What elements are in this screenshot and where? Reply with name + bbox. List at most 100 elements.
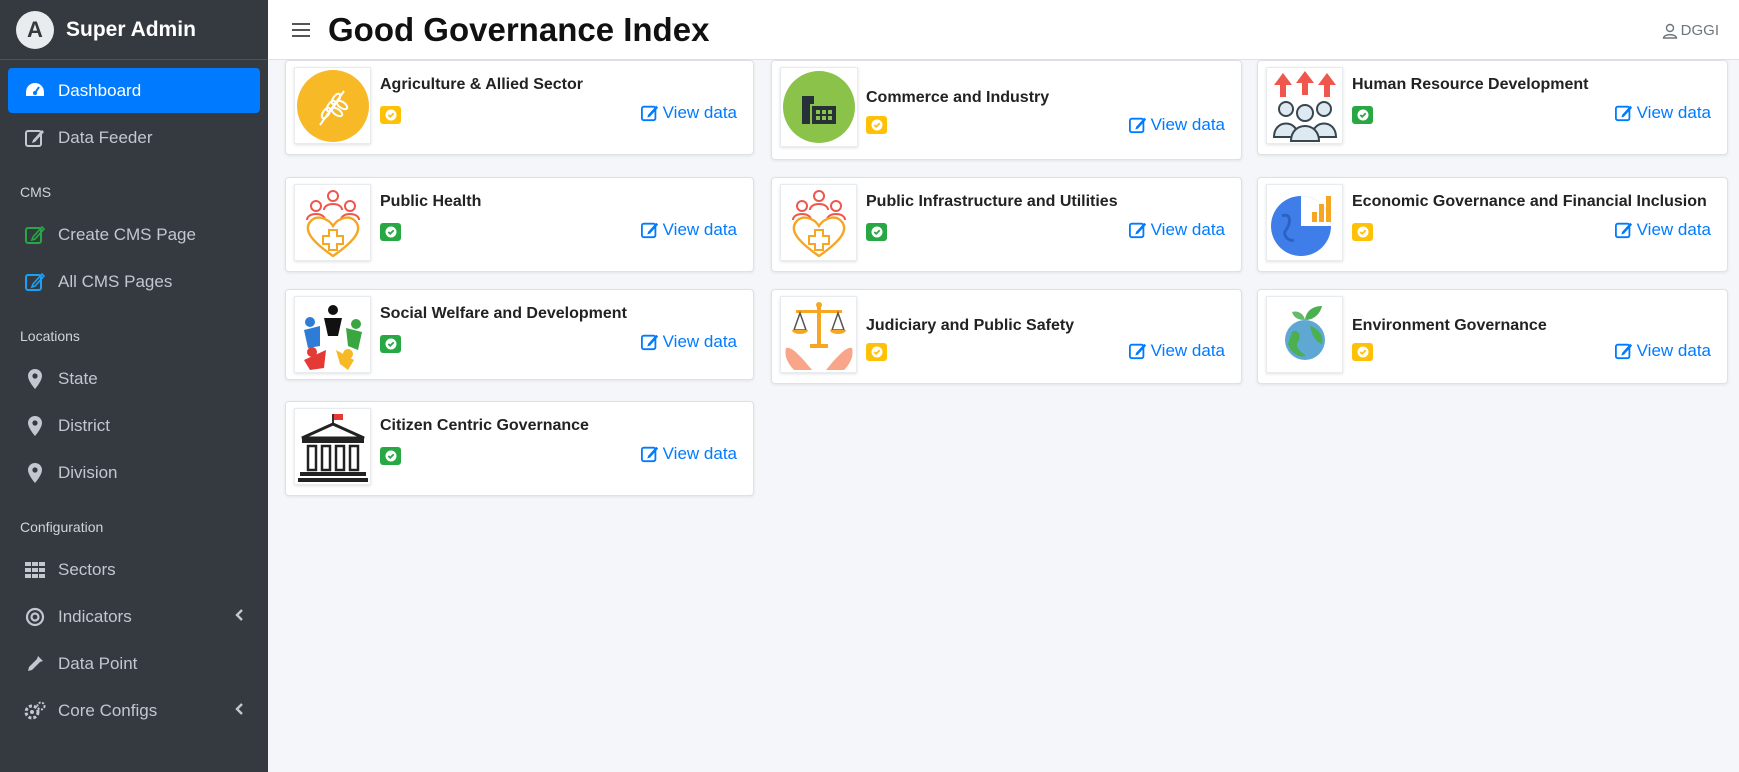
view-data-link[interactable]: View data: [1128, 115, 1225, 135]
view-data-link[interactable]: View data: [640, 103, 737, 123]
sector-title: Public Infrastructure and Utilities: [866, 193, 1118, 210]
brand[interactable]: A Super Admin: [0, 0, 268, 60]
edit-icon: [640, 105, 658, 122]
chevron-left-icon: [234, 607, 244, 627]
status-check-icon: [380, 223, 401, 241]
sector-title: Agriculture & Allied Sector: [380, 76, 583, 93]
sidebar-item-division[interactable]: Division: [8, 450, 260, 495]
edit-icon: [640, 222, 658, 239]
factory-icon: [780, 67, 858, 147]
status-check-icon: [1352, 223, 1373, 241]
sector-title: Public Health: [380, 193, 482, 210]
sidebar-item-label: Division: [58, 462, 118, 482]
sidebar-item-indicators[interactable]: Indicators: [8, 594, 260, 639]
sidebar-item-label: State: [58, 368, 98, 388]
sector-card-environment: Environment Governance View data: [1257, 289, 1728, 384]
target-icon: [22, 607, 48, 627]
status-check-icon: [866, 223, 887, 241]
sector-card-commerce: Commerce and Industry View data: [771, 60, 1242, 160]
user-menu[interactable]: DGGI: [1662, 22, 1719, 39]
status-check-icon: [1352, 343, 1373, 361]
sidebar: A Super Admin Dashboard Data Feeder CMS …: [0, 0, 268, 772]
view-data-link[interactable]: View data: [640, 220, 737, 240]
cogs-icon: [22, 701, 48, 721]
sector-card-citizen-centric: Citizen Centric Governance View data: [285, 401, 754, 496]
sector-title: Human Resource Development: [1352, 76, 1589, 93]
hamburger-menu-icon[interactable]: [292, 22, 310, 37]
chevron-left-icon: [234, 701, 244, 721]
brand-title: Super Admin: [66, 17, 196, 41]
health-heart-icon: [294, 184, 371, 261]
sidebar-item-label: District: [58, 415, 110, 435]
grid-icon: [22, 561, 48, 578]
sector-card-human-resource: Human Resource Development View data: [1257, 60, 1728, 155]
edit-icon: [1614, 222, 1632, 239]
status-check-icon: [866, 116, 887, 134]
user-name: DGGI: [1680, 22, 1719, 39]
view-data-link[interactable]: View data: [1614, 220, 1711, 240]
edit-icon: [1128, 222, 1146, 239]
people-growth-icon: [1266, 67, 1343, 144]
view-data-link[interactable]: View data: [1614, 341, 1711, 361]
edit-icon: [1614, 343, 1632, 360]
map-marker-icon: [22, 462, 48, 483]
edit-icon: [640, 446, 658, 463]
status-check-icon: [380, 106, 401, 124]
map-marker-icon: [22, 368, 48, 389]
edit-icon: [22, 225, 48, 245]
sector-card-public-health: Public Health View data: [285, 177, 754, 272]
health-heart-icon: [780, 184, 857, 261]
sidebar-nav: Dashboard Data Feeder CMS Create CMS Pag…: [0, 60, 268, 743]
earth-leaf-icon: [1266, 296, 1343, 373]
nav-header-locations: Locations: [20, 328, 80, 344]
view-data-link[interactable]: View data: [1128, 220, 1225, 240]
sidebar-item-core-configs[interactable]: Core Configs: [8, 688, 260, 733]
sector-card-agriculture: Agriculture & Allied Sector View data: [285, 60, 754, 155]
sidebar-item-label: Sectors: [58, 559, 116, 579]
map-marker-icon: [22, 415, 48, 436]
view-data-link[interactable]: View data: [1128, 341, 1225, 361]
sidebar-item-label: Data Point: [58, 653, 138, 673]
globe-chart-icon: [1266, 184, 1343, 261]
edit-icon: [1128, 343, 1146, 360]
edit-icon: [1128, 117, 1146, 134]
sidebar-item-create-cms[interactable]: Create CMS Page: [8, 212, 260, 257]
page-title: Good Governance Index: [328, 10, 710, 48]
sector-card-public-infrastructure: Public Infrastructure and Utilities View…: [771, 177, 1242, 272]
sidebar-item-label: Indicators: [58, 606, 132, 626]
edit-icon: [1614, 105, 1632, 122]
people-circle-icon: [294, 296, 371, 373]
status-check-icon: [1352, 106, 1373, 124]
government-building-icon: [294, 408, 371, 485]
sector-title: Commerce and Industry: [866, 89, 1050, 106]
view-data-link[interactable]: View data: [640, 444, 737, 464]
sidebar-item-state[interactable]: State: [8, 356, 260, 401]
status-check-icon: [380, 447, 401, 465]
sidebar-item-dashboard[interactable]: Dashboard: [8, 68, 260, 113]
sidebar-item-sectors[interactable]: Sectors: [8, 547, 260, 592]
sector-card-social-welfare: Social Welfare and Development View data: [285, 289, 754, 380]
status-check-icon: [380, 335, 401, 353]
view-data-link[interactable]: View data: [1614, 103, 1711, 123]
sidebar-item-all-cms[interactable]: All CMS Pages: [8, 259, 260, 304]
nav-header-configuration: Configuration: [20, 519, 104, 535]
sector-title: Environment Governance: [1352, 317, 1547, 334]
sidebar-item-label: Create CMS Page: [58, 224, 196, 244]
brand-logo-icon: A: [16, 10, 54, 49]
sidebar-item-data-point[interactable]: Data Point: [8, 641, 260, 686]
scales-icon: [780, 296, 857, 373]
view-data-link[interactable]: View data: [640, 332, 737, 352]
edit-icon: [22, 272, 48, 292]
top-header: Good Governance Index DGGI: [268, 0, 1739, 60]
sidebar-item-label: Core Configs: [58, 700, 158, 720]
sidebar-item-data-feeder[interactable]: Data Feeder: [8, 115, 260, 160]
speedometer-icon: [22, 82, 48, 100]
sector-title: Social Welfare and Development: [380, 305, 627, 322]
sector-card-judiciary: Judiciary and Public Safety View data: [771, 289, 1242, 384]
sector-title: Judiciary and Public Safety: [866, 317, 1075, 334]
edit-icon: [640, 334, 658, 351]
sidebar-item-label: Data Feeder: [58, 127, 153, 147]
sector-title: Economic Governance and Financial Inclus…: [1352, 193, 1707, 210]
sidebar-item-district[interactable]: District: [8, 403, 260, 448]
sidebar-item-label: All CMS Pages: [58, 271, 173, 291]
